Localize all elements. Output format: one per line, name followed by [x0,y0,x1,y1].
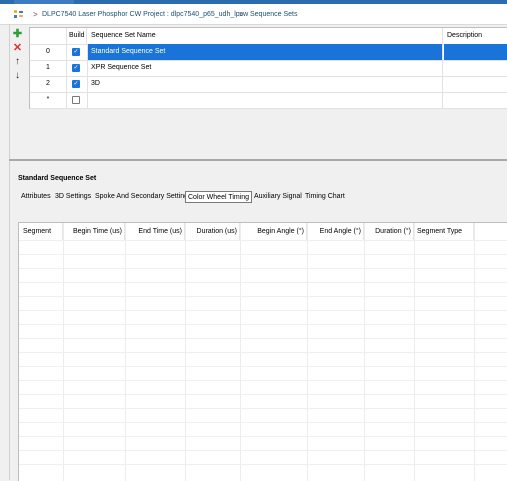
description-cell[interactable] [444,92,507,108]
row-index: 2 [30,76,67,92]
row-divider [19,380,507,381]
row-divider [19,366,507,367]
sequence-set-name-cell[interactable]: 3D [88,76,443,92]
column-header-begin-time[interactable]: Begin Time (us) [63,223,125,240]
row-index: 1 [30,60,67,76]
tab-attributes[interactable]: Attributes [21,191,51,202]
breadcrumb-separator: > [33,10,38,19]
column-header-end-angle[interactable]: End Angle (°) [307,223,364,240]
row-divider [19,268,507,269]
new-row[interactable]: * [30,92,507,109]
close-icon: ✕ [12,42,23,54]
build-checkbox[interactable]: ✓ [72,64,80,72]
description-cell[interactable] [444,76,507,92]
row-divider [19,408,507,409]
row-divider [19,324,507,325]
sequence-set-name-cell[interactable] [88,92,443,108]
column-header-name[interactable]: Sequence Set Name [88,28,443,44]
move-up-button[interactable]: ↑ [11,56,24,67]
table-row[interactable]: 0 ✓ Standard Sequence Set [30,44,507,61]
breadcrumb-project-link[interactable]: DLPC7540 Laser Phosphor CW Project : dlp… [42,11,248,18]
breadcrumb: > DLPC7540 Laser Phosphor CW Project : d… [0,4,507,25]
row-divider [19,464,507,465]
new-row-marker: * [30,92,67,108]
column-header-duration-us[interactable]: Duration (us) [185,223,240,240]
build-cell: ✓ [67,44,88,60]
arrow-up-icon: ↑ [15,56,20,67]
build-checkbox[interactable]: ✓ [72,80,80,88]
detail-title: Standard Sequence Set [18,175,97,182]
tab-color-wheel-timing[interactable]: Color Wheel Timing [185,191,253,203]
project-tree-icon[interactable] [14,10,23,18]
add-sequence-set-button[interactable]: ✚ [11,28,24,40]
column-header-end-time[interactable]: End Time (us) [125,223,185,240]
row-divider [19,338,507,339]
column-header-build[interactable]: Build [67,28,87,44]
column-header-duration-deg[interactable]: Duration (°) [364,223,414,240]
breadcrumb-separator: > [239,10,244,19]
column-header-segment[interactable]: Segment [19,223,63,240]
arrow-down-icon: ↓ [15,70,20,81]
description-cell[interactable] [444,44,507,60]
build-cell: ✓ [67,76,88,92]
row-divider [19,394,507,395]
breadcrumb-section-link[interactable]: Sequence Sets [250,11,297,18]
delete-sequence-set-button[interactable]: ✕ [11,42,24,54]
tab-auxiliary-signal[interactable]: Auxiliary Signal [254,191,302,202]
column-header-description[interactable]: Description [444,28,507,44]
row-divider [19,436,507,437]
row-header-column [30,28,67,44]
row-divider [19,240,507,241]
row-divider [19,450,507,451]
row-divider [19,296,507,297]
column-header-segment-type[interactable]: Segment Type [414,223,474,240]
sequence-set-name-cell[interactable]: XPR Sequence Set [88,60,443,76]
row-divider [19,422,507,423]
build-checkbox[interactable]: ✓ [72,48,80,56]
row-divider [19,352,507,353]
row-divider [19,282,507,283]
column-header-begin-angle[interactable]: Begin Angle (°) [240,223,307,240]
table-row[interactable]: 1 ✓ XPR Sequence Set [30,60,507,77]
tab-3d-settings[interactable]: 3D Settings [55,191,91,202]
build-cell: ✓ [67,60,88,76]
build-cell [67,92,88,108]
description-cell[interactable] [444,60,507,76]
build-checkbox[interactable] [72,96,80,104]
plus-icon: ✚ [12,28,23,40]
color-wheel-timing-grid: Segment Begin Time (us) End Time (us) Du… [18,222,507,481]
table-row[interactable]: 2 ✓ 3D [30,76,507,93]
sequence-set-name-cell[interactable]: Standard Sequence Set [88,44,443,60]
row-index: 0 [30,44,67,60]
tab-timing-chart[interactable]: Timing Chart [305,191,345,202]
grid-header-row: Build Sequence Set Name Description [30,28,507,45]
tab-spoke-and-secondary-settings[interactable]: Spoke And Secondary Settings [95,191,192,202]
sequence-sets-grid: Build Sequence Set Name Description 0 ✓ … [29,27,507,109]
move-down-button[interactable]: ↓ [11,70,24,81]
row-divider [19,254,507,255]
row-divider [19,310,507,311]
